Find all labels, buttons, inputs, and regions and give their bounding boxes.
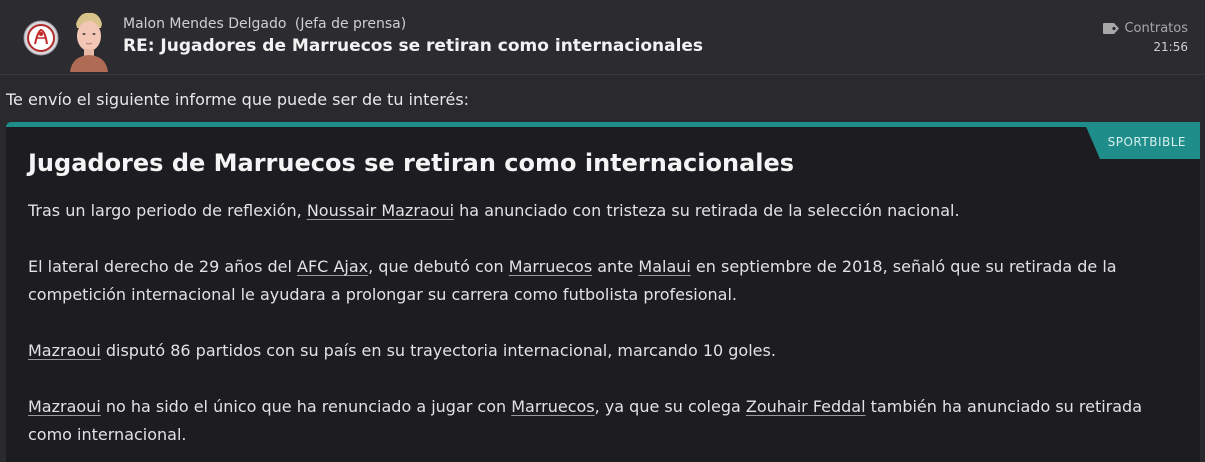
avatar[interactable]: [68, 10, 110, 72]
news-source-label: SPORTBIBLE: [1107, 135, 1186, 149]
sender-name[interactable]: Malon Mendes Delgado: [123, 16, 286, 32]
article-paragraph-1: Tras un largo periodo de reflexión, Nous…: [28, 197, 1188, 225]
text-run: ante: [592, 257, 639, 276]
news-article-card: SPORTBIBLE Jugadores de Marruecos se ret…: [6, 122, 1200, 462]
article-paragraph-3: Mazraoui disputó 86 partidos con su país…: [28, 337, 1188, 365]
ajax-crest-icon[interactable]: [22, 19, 60, 57]
article-paragraph-2: El lateral derecho de 29 años del AFC Aj…: [28, 253, 1188, 309]
article-paragraph-4: Mazraoui no ha sido el único que ha renu…: [28, 393, 1188, 449]
text-run: Tras un largo periodo de reflexión,: [28, 201, 307, 220]
text-run: disputó 86 partidos con su país en su tr…: [100, 341, 776, 360]
message-header: Malon Mendes Delgado (Jefa de prensa) RE…: [0, 0, 1205, 75]
text-run: El lateral derecho de 29 años del: [28, 257, 298, 276]
club-link[interactable]: AFC Ajax: [297, 257, 368, 276]
category-tag[interactable]: Contratos: [1103, 21, 1188, 36]
message-time: 21:56: [1153, 40, 1188, 54]
text-run: , ya que su colega: [594, 397, 746, 416]
player-link[interactable]: Noussair Mazraoui: [307, 201, 454, 220]
text-run: no ha sido el único que ha renunciado a …: [100, 397, 512, 416]
category-tag-label: Contratos: [1124, 21, 1188, 36]
news-source-badge: SPORTBIBLE: [1084, 122, 1200, 159]
sender-role: (Jefa de prensa): [294, 16, 407, 32]
player-link[interactable]: Mazraoui: [28, 397, 101, 416]
sender-info: Malon Mendes Delgado (Jefa de prensa): [123, 16, 406, 32]
text-run: , que debutó con: [368, 257, 509, 276]
colleague-link[interactable]: Zouhair Feddal: [746, 397, 866, 416]
message-intro: Te envío el siguiente informe que puede …: [6, 90, 470, 109]
message-subject: RE: Jugadores de Marruecos se retiran co…: [123, 36, 704, 56]
opponent-link[interactable]: Malaui: [638, 257, 690, 276]
player-link[interactable]: Mazraoui: [28, 341, 101, 360]
nation-link[interactable]: Marruecos: [511, 397, 594, 416]
article-title: Jugadores de Marruecos se retiran como i…: [28, 149, 795, 177]
tag-icon: [1103, 23, 1120, 34]
nation-link[interactable]: Marruecos: [509, 257, 592, 276]
text-run: ha anunciado con tristeza su retirada de…: [454, 201, 960, 220]
